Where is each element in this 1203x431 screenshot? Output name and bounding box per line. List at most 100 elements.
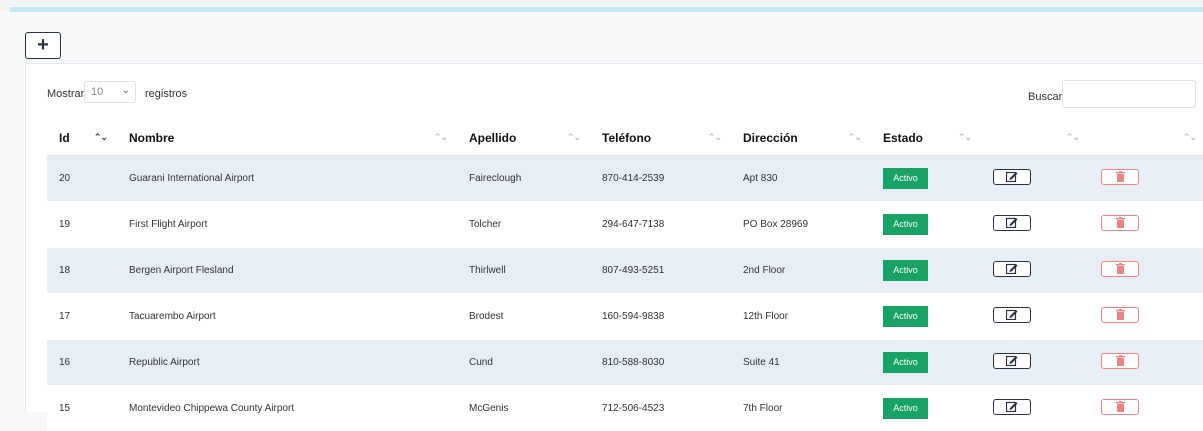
cell-direccion: 2nd Floor xyxy=(731,248,871,294)
sort-icon: ⌃⌄ xyxy=(567,132,580,143)
cell-apellido: Thirlwell xyxy=(457,248,590,294)
cell-telefono: 810-588-8030 xyxy=(590,340,731,386)
delete-button[interactable] xyxy=(1101,399,1139,415)
cell-id: 20 xyxy=(47,156,117,202)
cell-edit xyxy=(981,294,1089,340)
add-button[interactable]: + xyxy=(25,32,61,59)
data-table: Id⌃⌄ Nombre⌃⌄ Apellido⌃⌄ Teléfono⌃⌄ Dire… xyxy=(47,121,1203,431)
cell-edit xyxy=(981,248,1089,294)
sort-icon: ⌃⌄ xyxy=(1066,132,1079,143)
cell-apellido: Brodest xyxy=(457,294,590,340)
edit-icon xyxy=(1006,309,1018,323)
trash-icon xyxy=(1116,171,1125,185)
status-badge: Activo xyxy=(883,398,928,419)
column-header-edit[interactable]: ⌃⌄ xyxy=(981,121,1089,156)
length-select[interactable]: 10 ⌄ xyxy=(84,81,136,103)
table-row: 18Bergen Airport FleslandThirlwell807-49… xyxy=(47,248,1203,294)
length-suffix-label: registros xyxy=(145,88,187,100)
edit-button[interactable] xyxy=(993,261,1031,277)
column-header-nombre[interactable]: Nombre⌃⌄ xyxy=(117,121,457,156)
cell-id: 17 xyxy=(47,294,117,340)
edit-icon xyxy=(1006,401,1018,415)
cell-edit xyxy=(981,386,1089,431)
cell-estado: Activo xyxy=(871,202,981,248)
edit-button[interactable] xyxy=(993,307,1031,323)
cell-apellido: Tolcher xyxy=(457,202,590,248)
cell-nombre: Montevideo Chippewa County Airport xyxy=(117,386,457,431)
sort-icon: ⌃⌄ xyxy=(848,132,861,143)
sort-icon: ⌃⌄ xyxy=(958,132,971,143)
cell-direccion: Apt 830 xyxy=(731,156,871,202)
column-header-direccion[interactable]: Dirección⌃⌄ xyxy=(731,121,871,156)
table-row: 17Tacuarembo AirportBrodest160-594-98381… xyxy=(47,294,1203,340)
cell-estado: Activo xyxy=(871,248,981,294)
chevron-down-icon: ⌄ xyxy=(122,85,130,96)
column-header-estado[interactable]: Estado⌃⌄ xyxy=(871,121,981,156)
cell-delete xyxy=(1089,202,1203,248)
status-badge: Activo xyxy=(883,352,928,373)
status-badge: Activo xyxy=(883,260,928,281)
table-row: 20Guarani International AirportFaireclou… xyxy=(47,156,1203,202)
table-row: 19First Flight AirportTolcher294-647-713… xyxy=(47,202,1203,248)
status-badge: Activo xyxy=(883,306,928,327)
trash-icon xyxy=(1116,263,1125,277)
cell-id: 18 xyxy=(47,248,117,294)
delete-button[interactable] xyxy=(1101,169,1139,185)
cell-telefono: 294-647-7138 xyxy=(590,202,731,248)
length-select-value: 10 xyxy=(91,86,103,98)
cell-delete xyxy=(1089,156,1203,202)
cell-apellido: Cund xyxy=(457,340,590,386)
cell-edit xyxy=(981,202,1089,248)
table-row: 15Montevideo Chippewa County AirportMcGe… xyxy=(47,386,1203,431)
trash-icon xyxy=(1116,309,1125,323)
edit-button[interactable] xyxy=(993,353,1031,369)
edit-icon xyxy=(1006,355,1018,369)
cell-telefono: 712-506-4523 xyxy=(590,386,731,431)
cell-estado: Activo xyxy=(871,156,981,202)
edit-icon xyxy=(1006,217,1018,231)
column-header-delete[interactable]: ⌃⌄ xyxy=(1089,121,1203,156)
cell-delete xyxy=(1089,248,1203,294)
accent-strip xyxy=(10,7,1203,12)
edit-button[interactable] xyxy=(993,169,1031,185)
delete-button[interactable] xyxy=(1101,307,1139,323)
edit-button[interactable] xyxy=(993,399,1031,415)
column-header-apellido[interactable]: Apellido⌃⌄ xyxy=(457,121,590,156)
cell-apellido: McGenis xyxy=(457,386,590,431)
cell-direccion: PO Box 28969 xyxy=(731,202,871,248)
search-input[interactable] xyxy=(1062,80,1196,108)
cell-telefono: 160-594-9838 xyxy=(590,294,731,340)
delete-button[interactable] xyxy=(1101,261,1139,277)
cell-direccion: 12th Floor xyxy=(731,294,871,340)
cell-direccion: Suite 41 xyxy=(731,340,871,386)
sort-desc-icon: ⌃⌄ xyxy=(94,132,107,143)
edit-icon xyxy=(1006,171,1018,185)
trash-icon xyxy=(1116,217,1125,231)
length-prefix-label: Mostrar xyxy=(47,88,84,100)
cell-nombre: First Flight Airport xyxy=(117,202,457,248)
sort-icon: ⌃⌄ xyxy=(1183,132,1196,143)
cell-edit xyxy=(981,340,1089,386)
cell-edit xyxy=(981,156,1089,202)
cell-id: 16 xyxy=(47,340,117,386)
column-header-telefono[interactable]: Teléfono⌃⌄ xyxy=(590,121,731,156)
cell-nombre: Republic Airport xyxy=(117,340,457,386)
status-badge: Activo xyxy=(883,214,928,235)
cell-estado: Activo xyxy=(871,340,981,386)
cell-telefono: 807-493-5251 xyxy=(590,248,731,294)
delete-button[interactable] xyxy=(1101,353,1139,369)
cell-estado: Activo xyxy=(871,294,981,340)
table-row: 16Republic AirportCund810-588-8030Suite … xyxy=(47,340,1203,386)
top-bar xyxy=(0,0,1203,10)
cell-apellido: Faireclough xyxy=(457,156,590,202)
column-header-id[interactable]: Id⌃⌄ xyxy=(47,121,117,156)
cell-id: 19 xyxy=(47,202,117,248)
table-header-row: Id⌃⌄ Nombre⌃⌄ Apellido⌃⌄ Teléfono⌃⌄ Dire… xyxy=(47,121,1203,156)
cell-delete xyxy=(1089,294,1203,340)
delete-button[interactable] xyxy=(1101,215,1139,231)
trash-icon xyxy=(1116,401,1125,415)
cell-nombre: Tacuarembo Airport xyxy=(117,294,457,340)
edit-button[interactable] xyxy=(993,215,1031,231)
sort-icon: ⌃⌄ xyxy=(434,132,447,143)
cell-delete xyxy=(1089,386,1203,431)
